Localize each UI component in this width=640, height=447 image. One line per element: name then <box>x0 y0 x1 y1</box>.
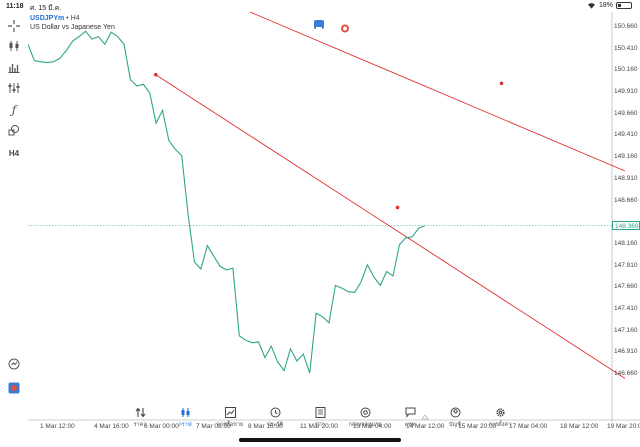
nav-item-news[interactable]: ข่าว <box>300 407 340 435</box>
one-click-trading-icon[interactable] <box>314 20 324 30</box>
price-tick-label: 150.660 <box>614 23 638 30</box>
nav-item-label: ประวัติ <box>266 422 284 428</box>
price-tick-label: 148.160 <box>614 239 638 247</box>
nav-item-label: ข่าว <box>315 422 325 428</box>
price-tick-label: 148.660 <box>614 196 638 204</box>
price-chart[interactable] <box>28 12 640 422</box>
history-clock-icon[interactable] <box>6 356 22 372</box>
time-tick-label: 18 Mar 12:00 <box>560 423 599 430</box>
app-logo-icon[interactable] <box>6 380 22 396</box>
indicators-icon[interactable] <box>6 80 22 96</box>
bottom-navigation: ราคา กราฟ การซื้อขาย ประวัติ ข่าว กล่องจดหมาย… <box>120 407 520 435</box>
time-tick-label: 1 Mar 12:00 <box>40 423 75 430</box>
function-icon[interactable]: ƒ <box>6 102 22 118</box>
price-tick-label: 147.410 <box>614 304 638 312</box>
nav-item-chat[interactable]: แชท <box>390 407 430 435</box>
nav-item-settings[interactable]: การตั้งค่า <box>480 407 520 435</box>
trendline-anchor-point <box>395 205 400 210</box>
home-indicator <box>239 438 401 442</box>
news-icon <box>315 407 326 421</box>
price-tick-label: 150.410 <box>614 44 638 52</box>
nav-item-history[interactable]: ประวัติ <box>255 407 295 435</box>
nav-item-label: กราฟ <box>178 422 192 428</box>
quotes-icon <box>135 407 146 421</box>
price-tick-label: 147.660 <box>614 283 638 291</box>
bar-chart-icon[interactable] <box>6 59 22 75</box>
nav-item-mailbox[interactable]: กล่องจดหมาย <box>345 407 385 435</box>
account-icon <box>450 407 461 421</box>
symbol-description: US Dollar vs Japanese Yen <box>30 24 115 31</box>
symbol-title: USDJPYm • H4 <box>30 15 80 22</box>
chart-area[interactable] <box>28 12 640 422</box>
chat-icon <box>405 407 416 421</box>
nav-item-label: แชท <box>404 422 416 428</box>
trade-icon <box>224 407 236 421</box>
nav-item-label: ราคา <box>133 422 147 428</box>
price-tick-label: 147.910 <box>614 261 638 269</box>
symbol-timeframe: H4 <box>70 15 80 22</box>
nav-item-trade[interactable]: การซื้อขาย <box>210 407 250 435</box>
trendline <box>155 74 626 379</box>
price-tick-label: 149.160 <box>614 153 638 161</box>
price-tick-label: 150.160 <box>614 66 638 74</box>
nav-item-chart[interactable]: กราฟ <box>165 407 205 435</box>
symbol-name: USDJPYm <box>30 15 65 22</box>
nav-item-label: การซื้อขาย <box>216 422 244 428</box>
timeframe-icon[interactable]: H4 <box>6 145 22 161</box>
price-axis: 150.660 150.410 150.160 149.910 149.660 149.4… <box>612 0 640 410</box>
price-tick-label: 146.910 <box>614 348 638 356</box>
current-price-label: 148.369 <box>612 221 640 231</box>
shapes-icon[interactable] <box>6 122 22 138</box>
price-tick-label: 149.910 <box>614 88 638 96</box>
quick-trade-icon[interactable] <box>340 20 350 33</box>
settings-icon <box>495 407 506 421</box>
battery-percent: 18% <box>598 2 613 9</box>
chart-toolbar: ƒ H4 <box>0 14 28 404</box>
nav-item-account[interactable]: บัญชี <box>435 407 475 435</box>
time-tick-label: 19 Mar 20:00 <box>607 423 640 430</box>
nav-item-label: กล่องจดหมาย <box>348 422 382 428</box>
price-tick-label: 147.160 <box>614 326 638 334</box>
trendline <box>248 12 626 172</box>
status-time: 11:18 <box>6 3 24 10</box>
price-line <box>28 30 426 374</box>
price-tick-label: 146.660 <box>614 370 638 377</box>
history-icon <box>270 407 281 421</box>
nav-item-label: การตั้งค่า <box>488 422 512 428</box>
nav-item-label: บัญชี <box>449 422 461 428</box>
wifi-icon <box>587 3 595 9</box>
candlestick-icon[interactable] <box>6 38 22 54</box>
nav-item-quotes[interactable]: ราคา <box>120 407 160 435</box>
trendline-anchor-point <box>499 81 504 86</box>
price-tick-label: 149.660 <box>614 109 638 117</box>
price-tick-label: 149.410 <box>614 131 638 139</box>
crosshair-icon[interactable] <box>6 18 22 34</box>
chart-icon <box>180 407 191 421</box>
trendline-anchor-point <box>153 72 158 77</box>
price-tick-label: 148.910 <box>614 174 638 182</box>
mailbox-icon <box>360 407 371 421</box>
